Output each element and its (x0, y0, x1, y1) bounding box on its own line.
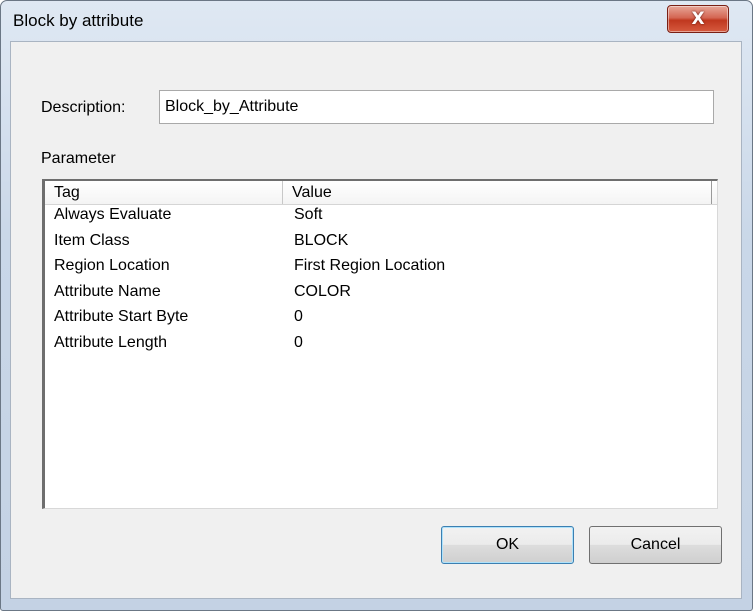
row-tag: Region Location (54, 257, 170, 274)
window-title: Block by attribute (13, 11, 144, 30)
row-value: Soft (294, 206, 323, 223)
description-input[interactable]: Block_by_Attribute (159, 90, 714, 124)
row-value: 0 (294, 333, 303, 351)
title-bar[interactable]: Block by attribute X (1, 1, 752, 41)
ok-button[interactable]: OK (441, 526, 574, 564)
list-rows: Always Evaluate Soft Item Class BLOCK Re… (45, 205, 717, 358)
list-item[interactable]: Attribute Name COLOR (45, 282, 717, 308)
dialog-window: Block by attribute X Description: Block_… (0, 0, 753, 611)
list-header: Tag Value (45, 181, 717, 205)
parameter-list[interactable]: Tag Value Always Evaluate Soft Item Clas… (42, 179, 718, 509)
column-header-tag[interactable]: Tag (45, 181, 283, 204)
description-label: Description: (41, 99, 126, 116)
row-tag: Attribute Length (54, 333, 167, 351)
list-item[interactable]: Region Location First Region Location (45, 256, 717, 282)
dialog-client-area: Description: Block_by_Attribute Paramete… (10, 41, 742, 599)
row-value: 0 (294, 308, 303, 325)
list-item[interactable]: Item Class BLOCK (45, 231, 717, 257)
list-item[interactable]: Always Evaluate Soft (45, 205, 717, 231)
row-value: First Region Location (294, 257, 446, 274)
list-item[interactable]: Attribute Start Byte 0 (45, 307, 717, 333)
row-tag: Attribute Name (54, 282, 161, 300)
parameter-label: Parameter (41, 150, 116, 167)
row-tag: Always Evaluate (54, 206, 172, 223)
list-item[interactable]: Attribute Length 0 (45, 333, 717, 359)
column-header-value[interactable]: Value (283, 181, 712, 204)
close-icon: X (691, 9, 705, 29)
cancel-button[interactable]: Cancel (589, 526, 722, 564)
row-tag: Item Class (54, 231, 130, 249)
row-tag: Attribute Start Byte (54, 308, 189, 325)
close-button[interactable]: X (667, 5, 729, 33)
row-value: BLOCK (294, 231, 349, 249)
row-value: COLOR (294, 282, 351, 300)
